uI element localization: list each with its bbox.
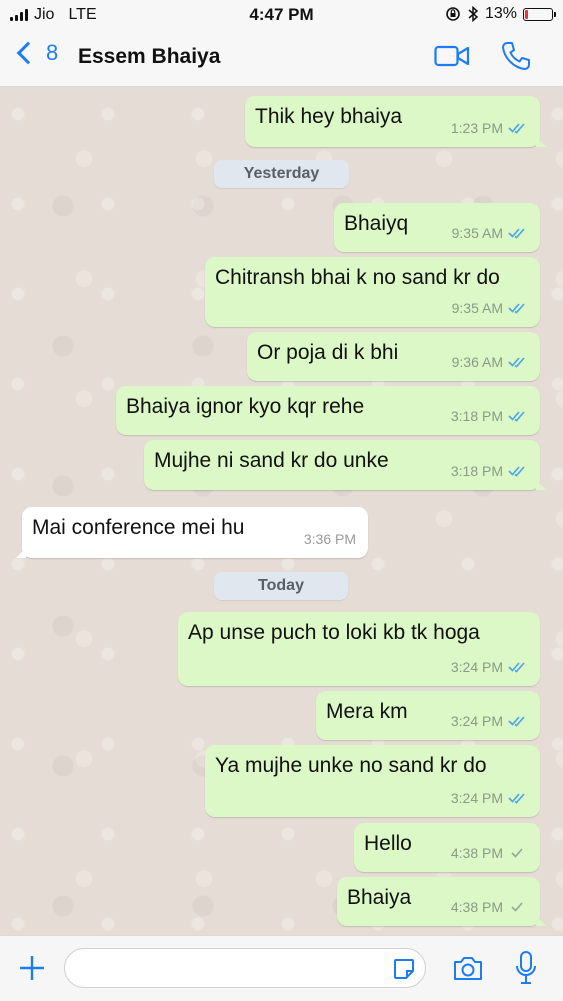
message-meta: 3:24 PM	[451, 708, 528, 734]
message-bubble[interactable]: Chitransh bhai k no sand kr do 9:35 AM	[205, 257, 540, 327]
back-button[interactable]: 8	[14, 40, 58, 66]
bubble-tail	[536, 916, 546, 926]
double-check-icon	[508, 716, 525, 727]
battery-icon	[523, 7, 556, 21]
bubble-tail	[536, 480, 546, 490]
message-meta: 4:38 PM	[451, 840, 528, 866]
message-bubble[interactable]: Bhaiya 4:38 PM	[337, 877, 546, 926]
message-text: Ap unse puch to loki kb tk hoga	[188, 621, 480, 644]
message-bubble[interactable]: Mai conference mei hu 3:36 PM	[16, 507, 368, 558]
date-separator: Yesterday	[214, 160, 349, 188]
double-check-icon	[508, 123, 525, 134]
microphone-icon[interactable]	[514, 950, 538, 986]
message-text: Mera km	[326, 700, 408, 723]
message-bubble[interactable]: Ap unse puch to loki kb tk hoga 3:24 PM	[178, 612, 540, 686]
double-check-icon	[508, 411, 525, 422]
bluetooth-icon	[468, 6, 479, 22]
message-text: Or poja di k bhi	[257, 341, 399, 364]
phone-call-icon[interactable]	[500, 40, 532, 72]
double-check-icon	[508, 793, 525, 804]
date-separator: Today	[214, 572, 348, 600]
camera-icon[interactable]	[452, 954, 484, 982]
contact-name[interactable]: Essem Bhaiya	[78, 45, 220, 69]
chat-header: 8 Essem Bhaiya	[0, 30, 563, 87]
plus-icon[interactable]	[18, 954, 46, 982]
message-bubble[interactable]: Mera km 3:24 PM	[316, 691, 540, 740]
message-meta: 3:36 PM	[304, 526, 356, 552]
message-text: Chitransh bhai k no sand kr do	[215, 266, 500, 289]
message-time: 4:38 PM	[450, 845, 503, 861]
double-check-icon	[508, 466, 525, 477]
message-meta: 3:24 PM	[451, 654, 528, 680]
battery-level	[525, 9, 528, 19]
bubble-tail	[16, 548, 26, 558]
message-text: Thik hey bhaiya	[255, 105, 403, 128]
message-input-bar	[0, 935, 563, 1001]
message-time: 4:38 PM	[450, 899, 503, 915]
message-bubble[interactable]: Mujhe ni sand kr do unke 3:18 PM	[144, 440, 546, 490]
message-time: 3:18 PM	[450, 463, 503, 479]
message-bubble[interactable]: Thik hey bhaiya 1:23 PM	[245, 96, 546, 147]
message-meta: 3:24 PM	[451, 785, 528, 811]
double-check-icon	[508, 662, 525, 673]
video-call-icon[interactable]	[434, 44, 470, 68]
bubble-tail	[536, 137, 546, 147]
status-right: 13%	[445, 5, 556, 23]
message-meta: 9:35 AM	[452, 220, 528, 246]
message-time: 3:24 PM	[450, 790, 503, 806]
message-bubble[interactable]: Hello 4:38 PM	[354, 823, 540, 872]
single-check-icon	[511, 902, 523, 912]
message-meta: 9:35 AM	[452, 295, 528, 321]
message-bubble[interactable]: Or poja di k bhi 9:36 AM	[247, 332, 540, 381]
double-check-icon	[508, 357, 525, 368]
status-bar: Jio LTE 4:47 PM 13%	[0, 0, 563, 30]
message-bubble[interactable]: Ya mujhe unke no sand kr do 3:24 PM	[205, 745, 540, 817]
message-time: 9:35 AM	[451, 300, 503, 316]
message-text: Ya mujhe unke no sand kr do	[215, 754, 487, 777]
double-check-icon	[508, 303, 525, 314]
message-time: 3:18 PM	[450, 408, 503, 424]
message-bubble[interactable]: Bhaiyq 9:35 AM	[334, 203, 540, 252]
message-meta: 4:38 PM	[451, 894, 528, 920]
chevron-left-icon	[16, 41, 40, 65]
single-check-icon	[511, 848, 523, 858]
chat-area[interactable]: Thik hey bhaiya 1:23 PM Yesterday Bhaiyq…	[0, 87, 563, 935]
message-meta: 3:18 PM	[451, 403, 528, 429]
message-meta: 9:36 AM	[452, 349, 528, 375]
battery-percent: 13%	[484, 5, 517, 22]
message-time: 9:35 AM	[451, 225, 503, 241]
message-text: Hello	[364, 832, 412, 855]
message-text: Bhaiya ignor kyo kqr rehe	[126, 395, 365, 418]
message-time: 9:36 AM	[451, 354, 503, 370]
message-text: Mai conference mei hu	[32, 516, 245, 539]
message-text: Mujhe ni sand kr do unke	[154, 449, 389, 472]
double-check-icon	[508, 228, 525, 239]
sticker-icon[interactable]	[392, 957, 416, 981]
message-time: 1:23 PM	[450, 120, 503, 136]
message-time: 3:36 PM	[303, 531, 356, 547]
message-meta: 3:18 PM	[451, 458, 528, 484]
message-input[interactable]	[64, 948, 426, 988]
message-text: Bhaiya	[347, 886, 412, 909]
message-text: Bhaiyq	[344, 212, 409, 235]
orientation-lock-icon	[446, 7, 460, 21]
message-bubble[interactable]: Bhaiya ignor kyo kqr rehe 3:18 PM	[116, 386, 540, 435]
message-time: 3:24 PM	[450, 659, 503, 675]
message-time: 3:24 PM	[450, 713, 503, 729]
unread-count: 8	[46, 40, 59, 65]
message-meta: 1:23 PM	[451, 115, 528, 141]
